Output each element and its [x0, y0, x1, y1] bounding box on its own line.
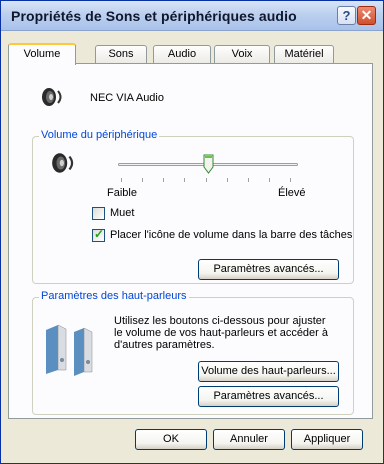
close-icon: ✕: [360, 7, 373, 23]
ok-button[interactable]: OK: [135, 429, 207, 450]
slider-max-label: Élevé: [278, 187, 306, 199]
title-bar[interactable]: Propriétés de Sons et périphériques audi…: [1, 1, 383, 31]
slider-tick: [269, 178, 270, 182]
apply-button[interactable]: Appliquer: [291, 429, 363, 450]
tab-volume[interactable]: Volume: [8, 43, 76, 65]
tray-icon-checkbox[interactable]: ✓: [92, 227, 105, 242]
speaker-description: Utilisez les boutons ci-dessous pour aju…: [114, 315, 329, 351]
desktop-speakers-icon: [46, 324, 93, 376]
help-button[interactable]: ?: [337, 6, 356, 25]
tray-icon-label: Placer l'icône de volume dans la barre d…: [110, 229, 353, 241]
slider-min-label: Faible: [107, 187, 137, 199]
device-name: NEC VIA Audio: [90, 92, 164, 104]
speaker-settings-group-label: Paramètres des haut-parleurs: [39, 290, 189, 302]
slider-tick: [248, 178, 249, 182]
tab-volume-label: Volume: [23, 48, 61, 60]
slider-tick: [206, 178, 207, 182]
volume-slider-thumb[interactable]: [203, 154, 214, 174]
slider-tick: [142, 178, 143, 182]
speaker-advanced-button[interactable]: Paramètres avancés...: [198, 386, 339, 407]
tab-audio-label: Audio: [167, 48, 197, 60]
slider-tick: [227, 178, 228, 182]
tab-sons[interactable]: Sons: [95, 45, 147, 63]
tab-audio[interactable]: Audio: [153, 45, 211, 63]
close-button[interactable]: ✕: [357, 6, 376, 25]
slider-tick: [121, 178, 122, 182]
tab-sons-label: Sons: [108, 48, 134, 60]
tab-materiel-label: Matériel: [284, 48, 324, 60]
device-volume-group-label: Volume du périphérique: [39, 129, 160, 141]
slider-tick: [290, 178, 291, 182]
mute-checkbox[interactable]: [92, 207, 105, 220]
volume-speaker-icon: [52, 153, 74, 173]
speaker-volume-icon: [42, 88, 62, 106]
tab-voix-label: Voix: [231, 48, 253, 60]
speaker-volume-button[interactable]: Volume des haut-parleurs...: [198, 361, 339, 382]
checkmark-icon: ✓: [94, 227, 105, 241]
mute-label: Muet: [110, 207, 135, 219]
slider-tick: [184, 178, 185, 182]
help-icon: ?: [342, 8, 351, 23]
device-advanced-button[interactable]: Paramètres avancés...: [198, 259, 339, 280]
tab-materiel[interactable]: Matériel: [274, 45, 334, 63]
slider-tick: [163, 178, 164, 182]
cancel-button[interactable]: Annuler: [213, 429, 285, 450]
dialog-title: Propriétés de Sons et périphériques audi…: [11, 8, 297, 24]
tab-voix[interactable]: Voix: [214, 45, 270, 63]
